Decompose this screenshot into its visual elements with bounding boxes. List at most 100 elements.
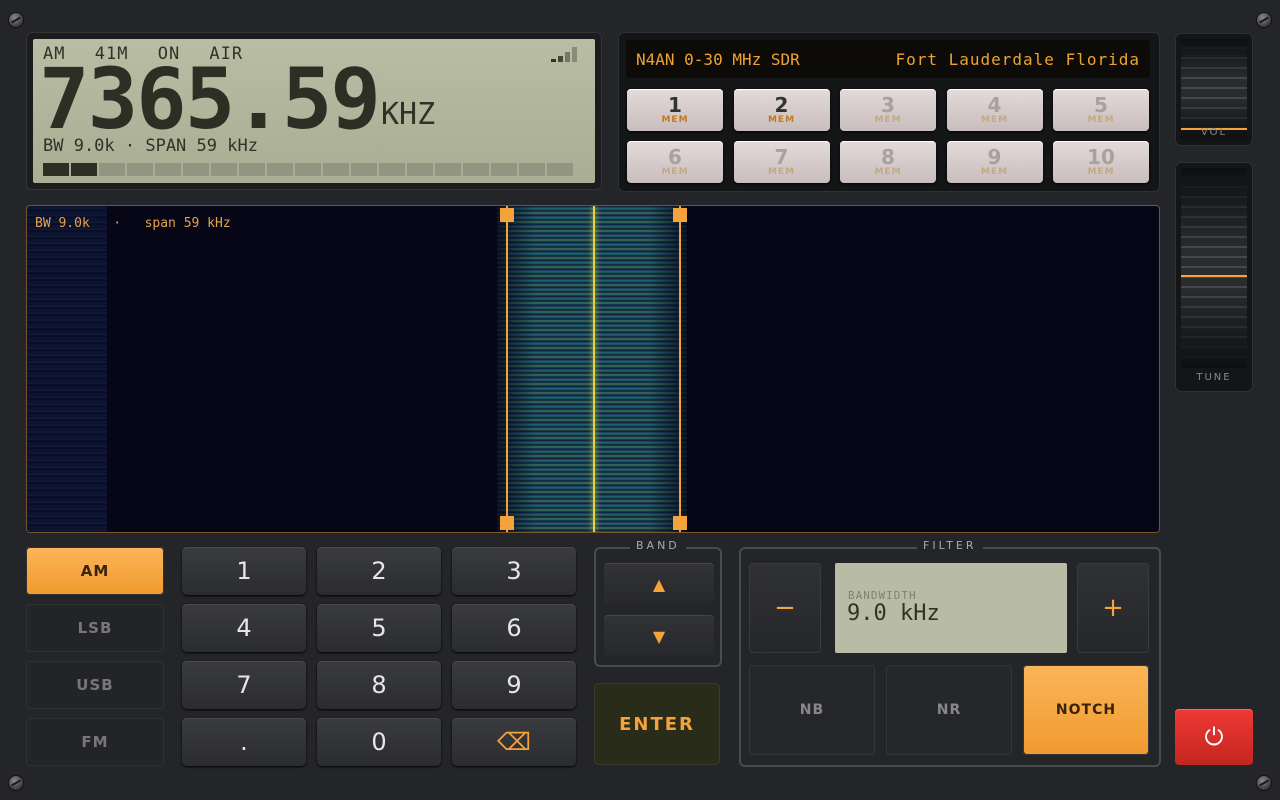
memory-number: 4 bbox=[987, 93, 1002, 117]
screw-bottom-right bbox=[1257, 776, 1271, 790]
waterfall-display[interactable]: BW 9.0k · span 59 kHz bbox=[26, 205, 1160, 533]
memory-button-9[interactable]: 9 MEM bbox=[946, 141, 1043, 183]
bandwidth-increase-button[interactable]: + bbox=[1077, 563, 1149, 653]
meter-segment bbox=[351, 163, 377, 176]
memory-button-1[interactable]: 1 MEM bbox=[627, 89, 723, 131]
passband-handle-top-left[interactable] bbox=[500, 208, 514, 222]
meter-segment bbox=[519, 163, 545, 176]
memory-number: 7 bbox=[774, 145, 789, 169]
meter-segment bbox=[99, 163, 125, 176]
passband-handle-bottom-left[interactable] bbox=[500, 516, 514, 530]
station-header: N4AN 0-30 MHz SDR Fort Lauderdale Florid… bbox=[626, 40, 1150, 78]
keypad-key-9[interactable]: 9 bbox=[452, 661, 576, 709]
memory-label: MEM bbox=[874, 167, 902, 177]
memory-label: MEM bbox=[661, 115, 689, 125]
memory-label: MEM bbox=[980, 115, 1009, 125]
enter-button[interactable]: ENTER bbox=[594, 683, 720, 765]
bandwidth-decrease-button[interactable]: − bbox=[749, 563, 821, 653]
memory-label: MEM bbox=[767, 167, 796, 177]
power-icon: ⏻ bbox=[1204, 723, 1224, 751]
keypad-key-decimal[interactable]: . bbox=[182, 718, 306, 766]
memory-button-10[interactable]: 10 MEM bbox=[1053, 141, 1149, 183]
signal-meter bbox=[43, 163, 573, 176]
noise-reduction-button[interactable]: NR bbox=[886, 665, 1012, 755]
band-up-button[interactable]: ▲ bbox=[604, 563, 714, 605]
noise-blanker-button[interactable]: NB bbox=[749, 665, 875, 755]
bandwidth-display: BANDWIDTH 9.0 kHz bbox=[835, 563, 1067, 653]
keypad-key-2[interactable]: 2 bbox=[317, 547, 441, 595]
backspace-icon-button[interactable]: ⌫ bbox=[452, 718, 576, 766]
memory-label: MEM bbox=[980, 167, 1009, 177]
memory-panel: N4AN 0-30 MHz SDR Fort Lauderdale Florid… bbox=[618, 32, 1160, 192]
meter-segment bbox=[323, 163, 349, 176]
filter-title: FILTER bbox=[917, 539, 983, 552]
meter-segment bbox=[71, 163, 97, 176]
memory-label: MEM bbox=[1087, 167, 1115, 177]
station-name: N4AN 0-30 MHz SDR bbox=[636, 50, 800, 69]
keypad-key-1[interactable]: 1 bbox=[182, 547, 306, 595]
screw-top-right bbox=[1257, 13, 1271, 27]
power-button[interactable]: ⏻ bbox=[1175, 709, 1253, 765]
frequency-display-frame: AM 41M ON AIR 7365.59 KHZ BW 9.0k · SPAN… bbox=[26, 32, 602, 190]
keypad-key-8[interactable]: 8 bbox=[317, 661, 441, 709]
frequency-readout: 7365.59 bbox=[39, 50, 381, 148]
tune-knob[interactable] bbox=[1181, 275, 1247, 277]
meter-segment bbox=[547, 163, 573, 176]
meter-segment bbox=[43, 163, 69, 176]
tune-slider[interactable]: TUNE bbox=[1175, 162, 1253, 392]
filter-group: FILTER − BANDWIDTH 9.0 kHz + NB NR NOTCH bbox=[739, 539, 1161, 767]
memory-number: 2 bbox=[774, 93, 789, 117]
memory-label: MEM bbox=[1087, 115, 1115, 125]
notch-button[interactable]: NOTCH bbox=[1023, 665, 1149, 755]
meter-segment bbox=[183, 163, 209, 176]
meter-segment bbox=[267, 163, 293, 176]
waterfall-noise-left bbox=[27, 206, 107, 532]
keypad-key-4[interactable]: 4 bbox=[182, 604, 306, 652]
memory-label: MEM bbox=[661, 167, 689, 177]
keypad-key-5[interactable]: 5 bbox=[317, 604, 441, 652]
meter-segment bbox=[211, 163, 237, 176]
carrier-line bbox=[593, 206, 595, 532]
station-location: Fort Lauderdale Florida bbox=[895, 50, 1140, 69]
screw-top-left bbox=[9, 13, 23, 27]
mode-button-fm[interactable]: FM bbox=[26, 718, 164, 766]
band-down-button[interactable]: ▼ bbox=[604, 615, 714, 657]
volume-label: VOL bbox=[1200, 127, 1228, 138]
meter-segment bbox=[239, 163, 265, 176]
memory-button-2[interactable]: 2 MEM bbox=[733, 89, 830, 131]
signal-strength-icon bbox=[551, 47, 577, 62]
screw-bottom-left bbox=[9, 776, 23, 790]
volume-track[interactable] bbox=[1181, 39, 1247, 139]
memory-label: MEM bbox=[874, 115, 902, 125]
volume-slider[interactable]: VOL bbox=[1175, 33, 1253, 146]
meter-segment bbox=[379, 163, 405, 176]
memory-label: MEM bbox=[767, 115, 796, 125]
keypad-key-7[interactable]: 7 bbox=[182, 661, 306, 709]
meter-segment bbox=[491, 163, 517, 176]
tune-track[interactable] bbox=[1181, 168, 1247, 368]
mode-button-lsb[interactable]: LSB bbox=[26, 604, 164, 652]
memory-button-7[interactable]: 7 MEM bbox=[733, 141, 830, 183]
frequency-display: AM 41M ON AIR 7365.59 KHZ BW 9.0k · SPAN… bbox=[33, 39, 595, 183]
keypad-key-0[interactable]: 0 bbox=[317, 718, 441, 766]
meter-segment bbox=[463, 163, 489, 176]
passband-left-edge[interactable] bbox=[506, 206, 508, 532]
waterfall-passband bbox=[497, 206, 687, 532]
memory-button-4[interactable]: 4 MEM bbox=[946, 89, 1043, 131]
band-group: BAND ▲ ▼ bbox=[594, 539, 722, 667]
memory-button-5[interactable]: 5 MEM bbox=[1053, 89, 1149, 131]
memory-number: 1 bbox=[668, 93, 682, 117]
keypad-key-3[interactable]: 3 bbox=[452, 547, 576, 595]
passband-handle-top-right[interactable] bbox=[673, 208, 687, 222]
memory-number: 8 bbox=[881, 145, 895, 169]
memory-button-6[interactable]: 6 MEM bbox=[627, 141, 723, 183]
memory-button-3[interactable]: 3 MEM bbox=[840, 89, 936, 131]
mode-button-am[interactable]: AM bbox=[26, 547, 164, 595]
passband-right-edge[interactable] bbox=[679, 206, 681, 532]
meter-segment bbox=[435, 163, 461, 176]
mode-button-usb[interactable]: USB bbox=[26, 661, 164, 709]
memory-button-8[interactable]: 8 MEM bbox=[840, 141, 936, 183]
bandwidth-span-readout: BW 9.0k · SPAN 59 kHz bbox=[43, 136, 258, 156]
passband-handle-bottom-right[interactable] bbox=[673, 516, 687, 530]
keypad-key-6[interactable]: 6 bbox=[452, 604, 576, 652]
